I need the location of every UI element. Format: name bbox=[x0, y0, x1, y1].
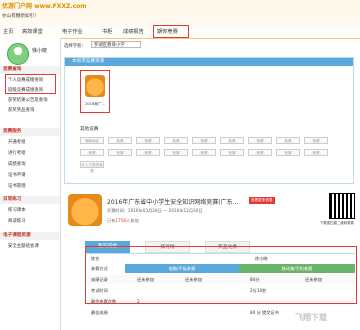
table-header: 参赛方式 电脑/平板参赛 移动端/手机参赛 bbox=[85, 264, 355, 273]
sidebar-item-take-exam[interactable]: 进行考组 bbox=[8, 150, 26, 156]
school-select[interactable]: 罗湖区教育小学 bbox=[91, 41, 141, 48]
sidebar-item-safety-class[interactable]: 安全主题班会课 bbox=[8, 243, 39, 249]
name-label: 姓名 bbox=[91, 256, 100, 261]
table-cell: 84分 bbox=[250, 277, 260, 282]
result-tabs: 我的成绩 排行榜 奖品兑换 bbox=[85, 241, 355, 254]
sidebar-highlight-box bbox=[5, 74, 56, 94]
table-row: 成绩记录 还未参加 还未参加 84分 还未参加 bbox=[85, 275, 355, 284]
other-contest-chip[interactable]: 竞赛 bbox=[192, 137, 216, 144]
contest-dates: 开赛时间：2016年03月28日 — 2016年12月30日 bbox=[107, 208, 203, 213]
table-cell: 还未参加 bbox=[137, 277, 154, 282]
table-cell: 2分10秒 bbox=[250, 288, 267, 293]
contest-more-tag[interactable]: 查看更多信息 bbox=[249, 197, 275, 204]
nav-home[interactable]: 主页 bbox=[3, 28, 13, 35]
qr-code-icon bbox=[329, 193, 355, 219]
contest-trophy-icon bbox=[68, 194, 102, 226]
other-contest-chip[interactable]: 竞赛 bbox=[304, 149, 328, 156]
sidebar-section-practice: 日常练习 bbox=[0, 196, 60, 204]
other-contest-chip[interactable]: 竞赛 bbox=[248, 137, 272, 144]
other-contests-title: 其他竞赛 bbox=[80, 127, 99, 132]
other-contest-chip[interactable]: 竞赛 bbox=[304, 137, 328, 144]
other-contest-chip[interactable]: 竞赛 bbox=[136, 149, 160, 156]
avatar bbox=[7, 43, 29, 65]
count-suffix: 参加 bbox=[130, 218, 139, 223]
nav-contest-highlight bbox=[153, 25, 189, 38]
sidebar-item-certificate-manage[interactable]: 证书管理 bbox=[8, 183, 26, 189]
my-contest-item[interactable]: 2016我广... bbox=[80, 70, 110, 113]
other-contest-chip[interactable]: 未上方提供竞赛 bbox=[80, 161, 104, 173]
other-contest-chip[interactable]: 竞赛 bbox=[276, 149, 300, 156]
table-row: 考试时间 2分10秒 bbox=[85, 286, 355, 295]
sidebar-item-open-exam[interactable]: 开通考组 bbox=[8, 139, 26, 145]
tab-prize-exchange[interactable]: 奖品兑换 bbox=[205, 241, 250, 253]
nav-homework[interactable]: 电子作业 bbox=[62, 28, 83, 35]
sidebar-item-score-query[interactable]: 成绩查询 bbox=[8, 161, 26, 167]
nav-books[interactable]: 书柜 bbox=[102, 28, 112, 35]
table-row: 剩余参赛次数 2 bbox=[85, 297, 355, 306]
welcome-text: 亦山有鞭新如引！ bbox=[2, 14, 39, 19]
other-contest-chip[interactable]: 竞赛 bbox=[108, 137, 132, 144]
other-contest-chip[interactable]: 竞赛 bbox=[136, 137, 160, 144]
table-cell: 成绩记录 bbox=[91, 277, 108, 282]
other-contest-chip[interactable]: 竞赛 bbox=[164, 137, 188, 144]
group-pc: 电脑/平板参赛 bbox=[125, 264, 239, 273]
table-cell: 还未参加 bbox=[185, 277, 202, 282]
other-contest-chip[interactable]: 竞赛 bbox=[192, 149, 216, 156]
panel-title: 本省市竞赛资源 bbox=[65, 58, 353, 66]
school-select-label: 选择学校： bbox=[64, 44, 86, 49]
other-contest-chip[interactable]: 竞赛 bbox=[220, 137, 244, 144]
other-contest-chip[interactable]: 竞赛 bbox=[276, 137, 300, 144]
sidebar-item-certificate-apply[interactable]: 证书申请 bbox=[8, 172, 26, 178]
site-brand: 优游门户网 www.FXXZ.com bbox=[2, 3, 87, 10]
other-contest-chip[interactable]: 竞赛 bbox=[164, 149, 188, 156]
table-cell: 最佳成绩 bbox=[91, 310, 108, 315]
other-contest-chip[interactable]: 竞赛 bbox=[108, 149, 132, 156]
participant-count: 1758人 bbox=[115, 218, 131, 223]
my-contest-label: 2016我广... bbox=[85, 102, 105, 106]
sidebar-section-contest-query: 竞赛查询 bbox=[0, 66, 60, 74]
group-mobile: 移动端/手机参赛 bbox=[239, 264, 355, 273]
qr-label: 下载或扫描二维码参赛 bbox=[320, 221, 354, 225]
header: 优游门户网 www.FXXZ.com 亦山有鞭新如引！ bbox=[0, 0, 360, 26]
table-cell: 剩余参赛次数 bbox=[91, 299, 117, 304]
table-cell: 考试时间 bbox=[91, 288, 108, 293]
nav-class[interactable]: 高效课堂 bbox=[22, 28, 43, 35]
table-cell: 84 分 提交证书 bbox=[250, 310, 279, 315]
other-contest-chip[interactable]: 湖南地区 bbox=[80, 137, 104, 144]
col-mode: 参赛方式 bbox=[91, 266, 108, 271]
username: 徐小晓 bbox=[32, 48, 48, 54]
table-cell: 还未参加 bbox=[305, 277, 322, 282]
watermark: 飞翔下载 bbox=[295, 313, 327, 322]
sidebar-item-prize-query[interactable]: 获奖奖品查询 bbox=[8, 107, 34, 113]
other-contest-chip[interactable]: 竞赛 bbox=[248, 149, 272, 156]
other-contest-chip[interactable]: 竞赛 bbox=[80, 149, 104, 156]
contest-title[interactable]: 2016年广东省中小学生安全知识网络竞赛(广东... bbox=[107, 197, 238, 206]
other-contest-chip[interactable]: 竞赛 bbox=[220, 149, 244, 156]
sidebar-section-contest-service: 竞赛服务 bbox=[0, 128, 60, 136]
table-row-name: 姓名 徐小晓 bbox=[85, 254, 355, 263]
sidebar-item-reading-practice[interactable]: 阅读练习 bbox=[8, 218, 26, 224]
sidebar-item-award-results[interactable]: 获奖结果公告及查询 bbox=[8, 97, 48, 103]
contest-participants: 已有1758人参加 bbox=[107, 218, 139, 224]
sidebar-item-textbook-practice[interactable]: 练习课本 bbox=[8, 207, 26, 213]
tab-my-score[interactable]: 我的成绩 bbox=[85, 241, 130, 253]
tab-ranking[interactable]: 排行榜 bbox=[145, 241, 190, 253]
nav-report[interactable]: 成绩报告 bbox=[123, 28, 144, 35]
table-cell: 2 bbox=[137, 299, 140, 304]
sidebar-section-e-course: 电子课程资源 bbox=[0, 232, 60, 240]
name-value: 徐小晓 bbox=[255, 256, 268, 261]
trophy-icon bbox=[85, 75, 105, 97]
